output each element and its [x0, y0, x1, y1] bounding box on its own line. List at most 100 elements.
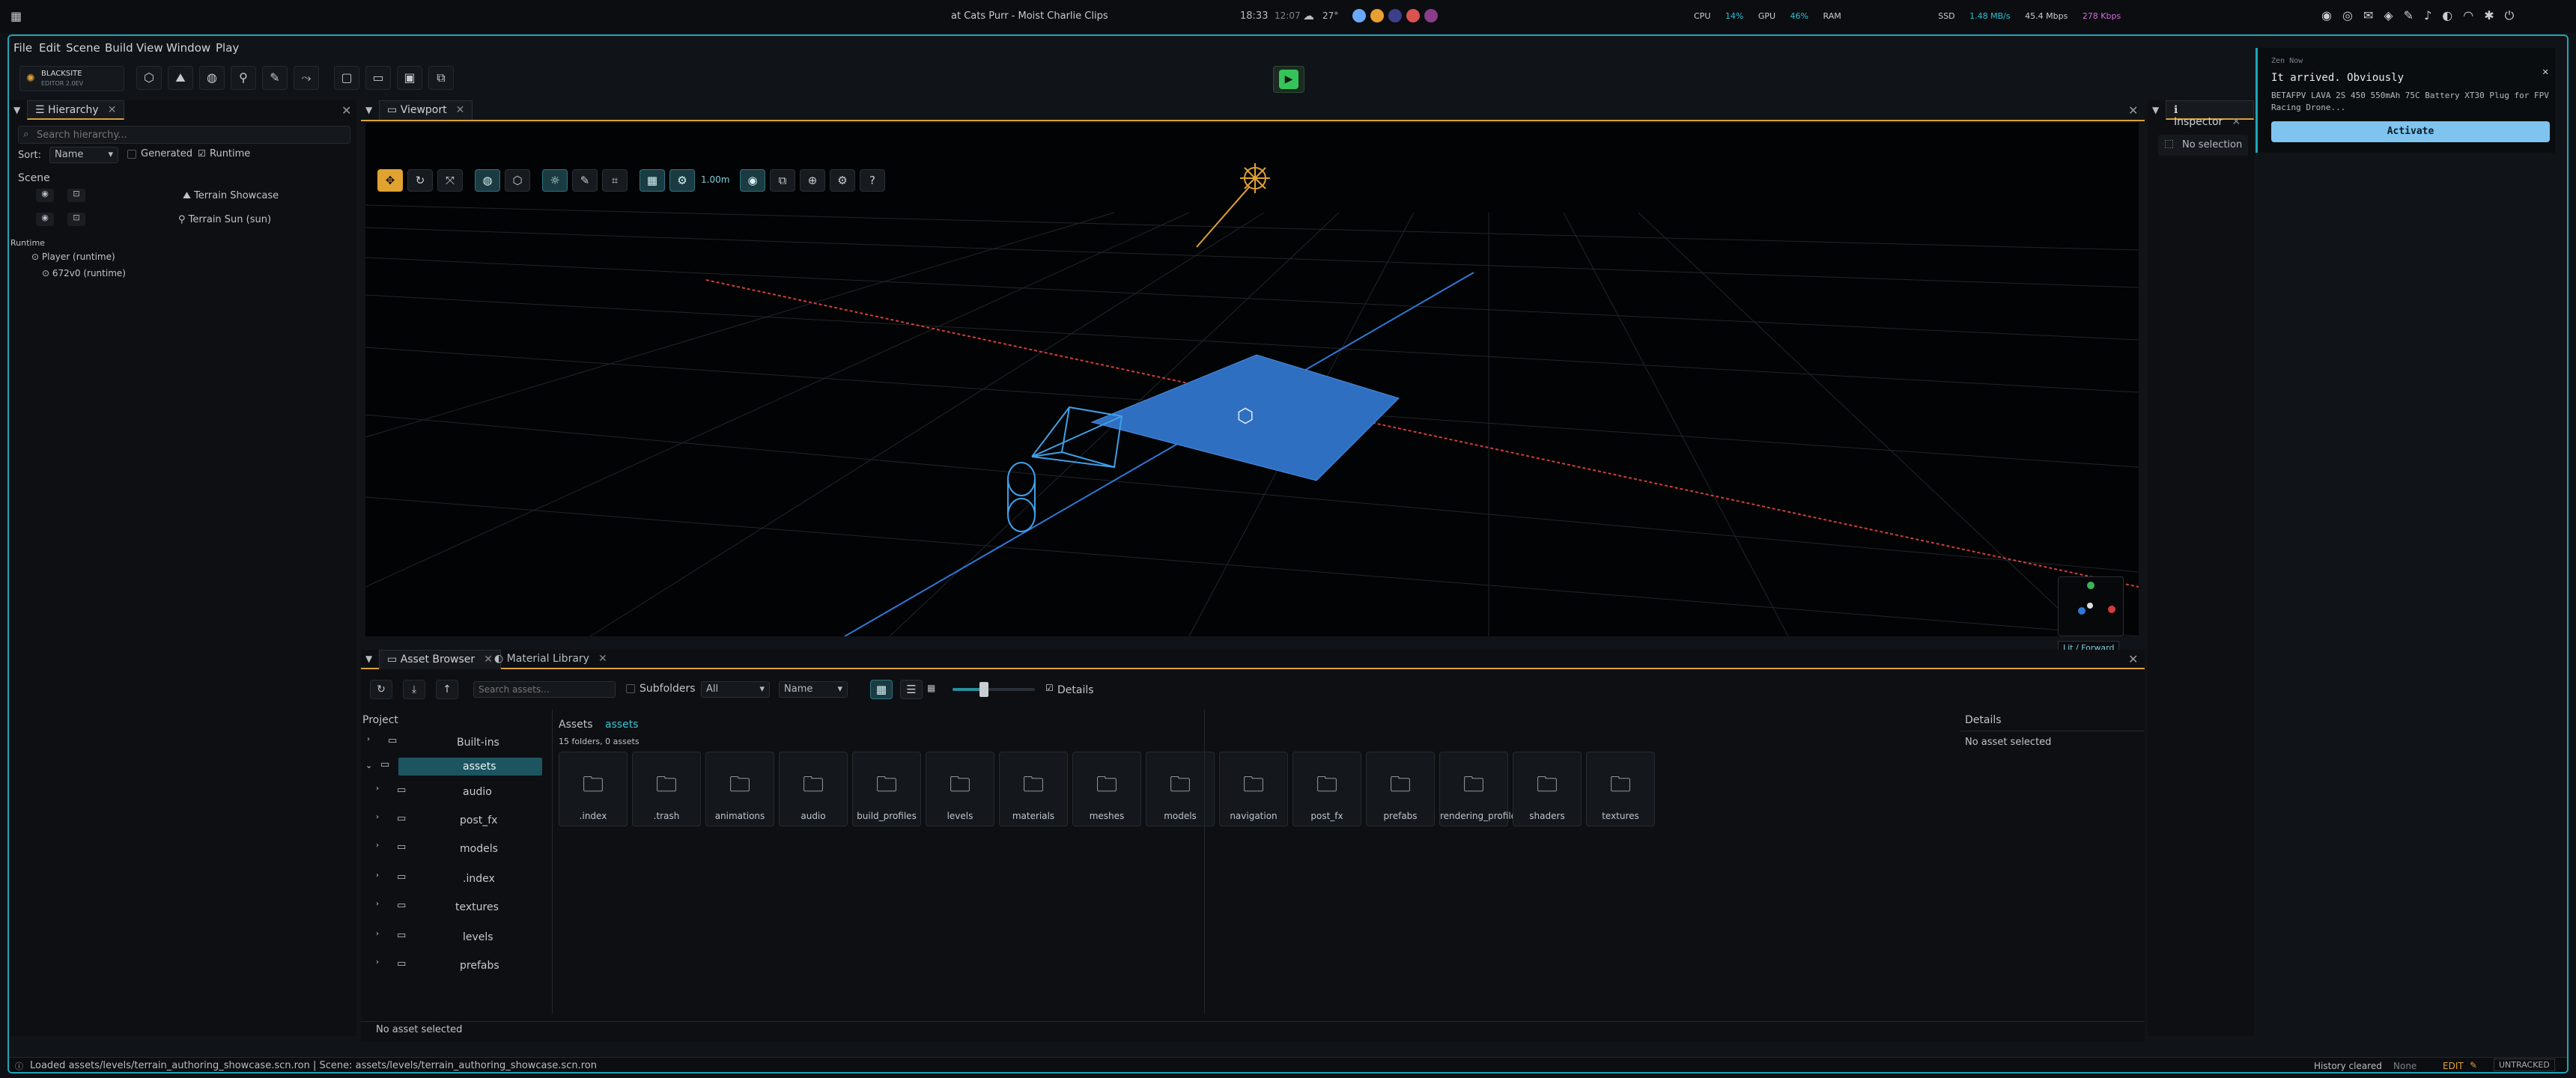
save-button[interactable]: ▣ — [397, 66, 422, 90]
sort-dropdown[interactable]: Name ▾ — [49, 147, 118, 163]
activate-button[interactable]: Activate — [2271, 121, 2550, 142]
hierarchy-search-input[interactable] — [37, 128, 336, 141]
folder-tile[interactable]: 🗀 rendering_profiles — [1439, 752, 1521, 826]
new-file-button[interactable]: ▢ — [334, 66, 359, 90]
chevron-right-icon[interactable]: › — [367, 735, 370, 743]
eye-icon[interactable]: ◉ — [36, 189, 54, 202]
slider-handle[interactable] — [979, 682, 988, 697]
runtime-checkbox[interactable]: ☑ — [198, 148, 206, 159]
menu-scene[interactable]: Scene — [66, 41, 100, 55]
folder-tile[interactable]: 🗀 meshes — [1072, 752, 1141, 826]
discord-icon[interactable]: ◉ — [2321, 8, 2342, 22]
generated-checkbox[interactable] — [127, 150, 136, 159]
app-icon[interactable] — [1352, 9, 1366, 22]
app-grid-icon[interactable]: ▦ — [10, 9, 22, 23]
y-axis-dot[interactable] — [2087, 582, 2094, 589]
camera-button[interactable]: ⧉ — [770, 169, 795, 192]
local-space-button[interactable]: ⬡ — [505, 169, 530, 192]
folder-tile[interactable]: 🗀 textures — [1586, 752, 1655, 826]
chat-icon[interactable]: ◈ — [2384, 8, 2403, 22]
bluetooth-icon[interactable]: ✱ — [2484, 8, 2504, 22]
import-button[interactable]: ⤓ — [403, 680, 425, 699]
folder-tile[interactable]: 🗀 shaders — [1513, 752, 1582, 826]
close-icon[interactable]: ✕ — [2232, 116, 2241, 128]
bell-icon[interactable]: ♪ — [2424, 8, 2442, 22]
tree-item-textures[interactable]: › ▭ textures — [361, 897, 553, 918]
chevron-right-icon[interactable]: › — [376, 785, 379, 793]
collapse-arrow-icon[interactable]: ▼ — [13, 105, 20, 115]
tree-item-audio[interactable]: › ▭ audio — [361, 782, 553, 803]
collapse-arrow-icon[interactable]: ▼ — [365, 105, 372, 115]
eye-icon[interactable]: ◉ — [36, 213, 54, 226]
move-tool-button[interactable]: ✥ — [377, 169, 403, 192]
tree-item-prefabs[interactable]: › ▭ prefabs — [361, 955, 553, 976]
app-icon[interactable] — [1388, 9, 1402, 22]
pin-icon[interactable]: ✎ — [2404, 8, 2424, 22]
tree-row[interactable]: ◉ ⊡ ⚲ Terrain Sun (sun) — [9, 208, 356, 231]
menu-view[interactable]: View — [136, 41, 163, 55]
mail-icon[interactable]: ✉ — [2363, 8, 2384, 22]
menu-edit[interactable]: Edit — [39, 41, 61, 55]
scale-tool-button[interactable]: ⤧ — [437, 169, 463, 192]
close-icon[interactable]: ✕ — [2542, 66, 2548, 78]
collapse-arrow-icon[interactable]: ▼ — [365, 654, 372, 664]
tree-item-levels[interactable]: › ▭ levels — [361, 927, 553, 948]
folder-tile[interactable]: 🗀 levels — [926, 752, 994, 826]
x-axis-dot[interactable] — [2108, 606, 2115, 613]
settings-button[interactable]: ⚙ — [830, 169, 855, 192]
tree-item-models[interactable]: › ▭ models — [361, 838, 553, 859]
terrain-tool-button[interactable]: ⛰ — [168, 66, 193, 90]
wifi-icon[interactable]: ◠ — [2463, 8, 2484, 22]
snap-toggle-button[interactable]: ⚙ — [669, 169, 695, 192]
folder-tile[interactable]: 🗀 .trash — [632, 752, 701, 826]
close-icon[interactable]: ✕ — [456, 104, 465, 116]
chevron-right-icon[interactable]: › — [376, 871, 379, 880]
asset-sort-dropdown[interactable]: Name ▾ — [779, 681, 848, 698]
subfolders-checkbox[interactable] — [626, 684, 635, 693]
tab-asset-browser[interactable]: ▭ Asset Browser ✕ — [379, 650, 501, 669]
tree-item-post-fx[interactable]: › ▭ post_fx — [361, 810, 553, 831]
rotate-tool-button[interactable]: ↻ — [407, 169, 433, 192]
details-checkbox[interactable]: ☑ — [1045, 683, 1054, 693]
center-dot[interactable] — [2087, 603, 2093, 609]
panel-close-icon[interactable]: ✕ — [2128, 652, 2138, 666]
scene-view[interactable]: ⬡ — [365, 123, 2139, 636]
lock-icon[interactable]: ⊡ — [67, 189, 85, 202]
app-icon[interactable] — [1370, 9, 1384, 22]
chevron-right-icon[interactable]: › — [376, 841, 379, 850]
edit-mode-badge[interactable]: EDIT — [2443, 1061, 2464, 1071]
brush-tool-button[interactable]: ✎ — [572, 169, 598, 192]
grid-size-value[interactable]: 1.00m — [701, 174, 729, 185]
tab-viewport[interactable]: ▭ Viewport ✕ — [379, 100, 473, 120]
lock-icon[interactable]: ⊡ — [67, 213, 85, 226]
app-icon[interactable] — [1424, 9, 1438, 22]
runtime-item[interactable]: ⊙ Player (runtime) — [31, 252, 115, 262]
folder-tile[interactable]: 🗀 audio — [779, 752, 848, 826]
menu-build[interactable]: Build — [105, 41, 133, 55]
tab-inspector[interactable]: ℹ Inspector ✕ — [2166, 100, 2254, 128]
refresh-button[interactable]: ↻ — [370, 680, 392, 699]
play-button[interactable]: ▶ — [1273, 66, 1304, 93]
tree-item-index[interactable]: › ▭ .index — [361, 868, 553, 889]
lighting-toggle-button[interactable]: ☼ — [542, 169, 568, 192]
tree-item-assets[interactable]: ⌄ ▭ assets — [361, 756, 553, 777]
globe-tool-button[interactable]: ◍ — [199, 66, 225, 90]
chevron-down-icon[interactable]: ⌄ — [365, 761, 372, 770]
runtime-item[interactable]: ⊙ 672v0 (runtime) — [42, 268, 126, 278]
asset-search[interactable] — [473, 681, 616, 698]
cube-tool-button[interactable]: ⬡ — [136, 66, 162, 90]
breadcrumb-current[interactable]: assets — [605, 719, 639, 731]
folder-tile[interactable]: 🗀 animations — [705, 752, 774, 826]
grid-toggle-button[interactable]: ▦ — [640, 169, 665, 192]
chevron-right-icon[interactable]: › — [376, 813, 379, 821]
list-view-button[interactable]: ☰ — [900, 680, 923, 699]
gizmo-settings-button[interactable]: ⊕ — [800, 169, 825, 192]
tree-row[interactable]: ◉ ⊡ ⛰ Terrain Showcase — [9, 184, 356, 207]
light-tool-button[interactable]: ⚲ — [231, 66, 256, 90]
chevron-right-icon[interactable]: › — [376, 900, 379, 908]
open-folder-button[interactable]: ▭ — [365, 66, 391, 90]
menu-play[interactable]: Play — [216, 41, 239, 55]
tab-material-library[interactable]: ◐ Material Library ✕ — [488, 651, 613, 666]
save-as-button[interactable]: ⧉ — [428, 66, 454, 90]
menu-window[interactable]: Window — [166, 41, 210, 55]
